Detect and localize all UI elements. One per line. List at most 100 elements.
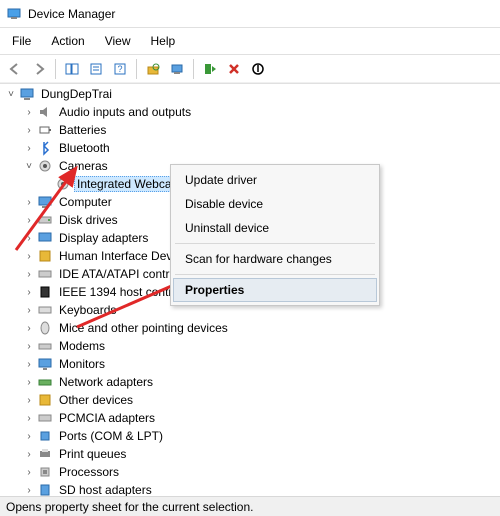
pcmcia-icon	[37, 410, 53, 426]
menu-bar: File Action View Help	[0, 28, 500, 55]
chevron-spacer	[40, 177, 54, 191]
menu-action[interactable]: Action	[47, 32, 88, 50]
ctx-properties[interactable]: Properties	[173, 278, 377, 302]
ctx-disable-device[interactable]: Disable device	[173, 192, 377, 216]
forward-button[interactable]	[28, 58, 50, 80]
menu-file[interactable]: File	[8, 32, 35, 50]
show-hide-tree-button[interactable]	[61, 58, 83, 80]
window-title: Device Manager	[28, 7, 115, 21]
ports-icon	[37, 428, 53, 444]
chevron-right-icon[interactable]: ›	[22, 285, 36, 299]
chevron-right-icon[interactable]: ›	[22, 105, 36, 119]
category-monitors[interactable]: › Monitors	[0, 355, 500, 373]
bluetooth-icon	[37, 140, 53, 156]
speaker-icon	[37, 104, 53, 120]
menu-help[interactable]: Help	[147, 32, 180, 50]
disk-icon	[37, 212, 53, 228]
other-icon	[37, 392, 53, 408]
chevron-right-icon[interactable]: ›	[22, 195, 36, 209]
category-mice[interactable]: › Mice and other pointing devices	[0, 319, 500, 337]
sd-icon	[37, 482, 53, 496]
computer-icon	[37, 194, 53, 210]
chevron-right-icon[interactable]: ›	[22, 375, 36, 389]
toolbar-separator	[55, 59, 56, 79]
keyboard-icon	[37, 302, 53, 318]
category-bluetooth[interactable]: › Bluetooth	[0, 139, 500, 157]
chevron-right-icon[interactable]: ›	[22, 393, 36, 407]
status-bar: Opens property sheet for the current sel…	[0, 496, 500, 516]
ctx-separator	[175, 243, 375, 244]
tree-label: Monitors	[56, 356, 108, 372]
tree-label: Bluetooth	[56, 140, 113, 156]
chevron-right-icon[interactable]: ›	[22, 339, 36, 353]
chevron-right-icon[interactable]: ›	[22, 483, 36, 496]
category-sd-host[interactable]: › SD host adapters	[0, 481, 500, 496]
chevron-right-icon[interactable]: ›	[22, 231, 36, 245]
mouse-icon	[37, 320, 53, 336]
category-other[interactable]: › Other devices	[0, 391, 500, 409]
tree-label: DungDepTrai	[38, 86, 115, 102]
hid-icon	[37, 248, 53, 264]
ctx-separator	[175, 274, 375, 275]
properties-button[interactable]	[85, 58, 107, 80]
chevron-right-icon[interactable]: ›	[22, 411, 36, 425]
chevron-right-icon[interactable]: ›	[22, 447, 36, 461]
chevron-down-icon[interactable]: ˅	[22, 159, 36, 173]
toolbar-separator	[193, 59, 194, 79]
chevron-down-icon[interactable]: ˅	[4, 87, 18, 101]
tree-label: Print queues	[56, 446, 129, 462]
back-button[interactable]	[4, 58, 26, 80]
chevron-right-icon[interactable]: ›	[22, 357, 36, 371]
tree-label: Mice and other pointing devices	[56, 320, 231, 336]
tree-label: Disk drives	[56, 212, 121, 228]
help-button[interactable]: ?	[109, 58, 131, 80]
chevron-right-icon[interactable]: ›	[22, 213, 36, 227]
svg-text:?: ?	[117, 64, 122, 74]
tree-label: Keyboards	[56, 302, 119, 318]
toolbar-separator	[136, 59, 137, 79]
ctx-scan-hardware[interactable]: Scan for hardware changes	[173, 247, 377, 271]
update-driver-button[interactable]	[166, 58, 188, 80]
modem-icon	[37, 338, 53, 354]
printer-icon	[37, 446, 53, 462]
battery-icon	[37, 122, 53, 138]
chevron-right-icon[interactable]: ›	[22, 123, 36, 137]
chevron-right-icon[interactable]: ›	[22, 321, 36, 335]
chevron-right-icon[interactable]: ›	[22, 465, 36, 479]
uninstall-device-button[interactable]	[223, 58, 245, 80]
tree-label: SD host adapters	[56, 482, 155, 496]
cpu-icon	[37, 464, 53, 480]
category-modems[interactable]: › Modems	[0, 337, 500, 355]
tree-root[interactable]: ˅ DungDepTrai	[0, 85, 500, 103]
disable-device-button[interactable]	[247, 58, 269, 80]
ctx-uninstall-device[interactable]: Uninstall device	[173, 216, 377, 240]
controller-icon	[37, 266, 53, 282]
ctx-update-driver[interactable]: Update driver	[173, 168, 377, 192]
category-processors[interactable]: › Processors	[0, 463, 500, 481]
tree-label: IDE ATA/ATAPI contro	[56, 266, 179, 282]
menu-view[interactable]: View	[101, 32, 135, 50]
toolbar: ?	[0, 55, 500, 84]
tree-label: Audio inputs and outputs	[56, 104, 194, 120]
tree-label: Human Interface Dev	[56, 248, 175, 264]
enable-device-button[interactable]	[199, 58, 221, 80]
category-pcmcia[interactable]: › PCMCIA adapters	[0, 409, 500, 427]
chevron-right-icon[interactable]: ›	[22, 303, 36, 317]
category-batteries[interactable]: › Batteries	[0, 121, 500, 139]
chevron-right-icon[interactable]: ›	[22, 429, 36, 443]
category-audio[interactable]: › Audio inputs and outputs	[0, 103, 500, 121]
tree-label: Computer	[56, 194, 115, 210]
chevron-right-icon[interactable]: ›	[22, 267, 36, 281]
scan-hardware-button[interactable]	[142, 58, 164, 80]
camera-icon	[55, 176, 71, 192]
chevron-right-icon[interactable]: ›	[22, 141, 36, 155]
status-text: Opens property sheet for the current sel…	[6, 500, 253, 514]
tree-label: Network adapters	[56, 374, 156, 390]
category-ports[interactable]: › Ports (COM & LPT)	[0, 427, 500, 445]
computer-icon	[19, 86, 35, 102]
category-print-queues[interactable]: › Print queues	[0, 445, 500, 463]
chevron-right-icon[interactable]: ›	[22, 249, 36, 263]
firewire-icon	[37, 284, 53, 300]
category-network[interactable]: › Network adapters	[0, 373, 500, 391]
display-icon	[37, 230, 53, 246]
